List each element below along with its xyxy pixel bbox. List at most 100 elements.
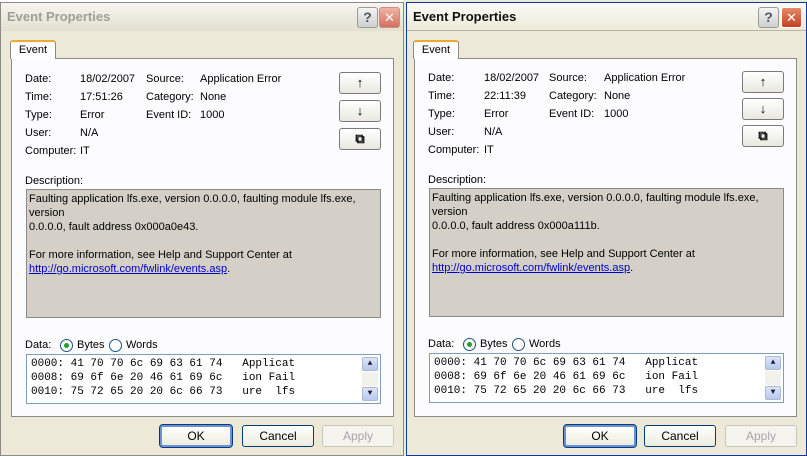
user-value: N/A (80, 127, 99, 139)
date-value: 18/02/2007 (80, 73, 136, 85)
category-value: None (200, 91, 227, 103)
hex-row: 0000: 41 70 70 6c 69 63 61 74 Applicat (31, 358, 296, 370)
user-label: User: (25, 127, 52, 139)
hex-row: 0008: 69 6f 6e 20 46 61 69 6c ion Fail (31, 372, 296, 384)
category-label: Category: (549, 90, 597, 102)
bytes-label: Bytes (77, 339, 105, 351)
bytes-label: Bytes (480, 338, 508, 350)
source-label: Source: (146, 73, 184, 85)
category-value: None (604, 90, 631, 102)
cancel-button[interactable]: Cancel (242, 425, 314, 447)
words-label: Words (126, 339, 158, 351)
date-label: Date: (428, 72, 455, 84)
apply-button[interactable]: Apply (322, 425, 394, 447)
date-label: Date: (25, 73, 52, 85)
event-properties-window-inactive: Event Properties ? ✕ Event Date: 18/02/2… (0, 2, 404, 456)
events-link[interactable]: http://go.microsoft.com/fwlink/events.as… (29, 263, 227, 275)
type-value: Error (484, 108, 509, 120)
help-button[interactable]: ? (758, 7, 779, 28)
up-arrow-icon: ↑ (356, 75, 364, 90)
copy-button[interactable]: ⧉ (742, 125, 784, 147)
description-box[interactable]: Faulting application lfs.exe, version 0.… (429, 188, 784, 317)
source-value: Application Error (200, 73, 282, 85)
data-hex-box[interactable]: 0000: 41 70 70 6c 69 63 61 74 Applicat 0… (26, 354, 381, 404)
event-panel: Date: 18/02/2007 Time: 17:51:26 Type: Er… (11, 58, 394, 417)
copy-button[interactable]: ⧉ (339, 128, 381, 150)
data-hex-box[interactable]: 0000: 41 70 70 6c 69 63 61 74 Applicat 0… (429, 353, 784, 403)
description-text-line: 0.0.0.0, fault address 0x000a0e43. (29, 221, 199, 233)
previous-event-button[interactable]: ↑ (339, 72, 381, 94)
scroll-thumb[interactable] (362, 372, 378, 386)
cancel-button[interactable]: Cancel (644, 425, 716, 447)
copy-icon: ⧉ (355, 131, 365, 146)
next-event-button[interactable]: ↓ (339, 100, 381, 122)
computer-value: IT (484, 144, 494, 156)
tab-event[interactable]: Event (413, 40, 459, 59)
description-text-line: 0.0.0.0, fault address 0x000a111b. (432, 220, 600, 232)
time-label: Time: (428, 90, 456, 102)
previous-event-button[interactable]: ↑ (742, 71, 784, 93)
scroll-down-icon[interactable]: ▼ (362, 387, 378, 401)
source-label: Source: (549, 72, 587, 84)
description-box[interactable]: Faulting application lfs.exe, version 0.… (26, 189, 381, 318)
hex-row: 0010: 75 72 65 20 20 6c 66 73 ure lfs (434, 385, 699, 397)
event-panel: Date: 18/02/2007 Time: 22:11:39 Type: Er… (414, 58, 797, 417)
copy-icon: ⧉ (758, 128, 768, 143)
description-label: Description: (25, 175, 84, 187)
type-value: Error (80, 109, 105, 121)
events-link[interactable]: http://go.microsoft.com/fwlink/events.as… (432, 262, 630, 274)
words-radio[interactable] (109, 339, 122, 352)
event-properties-window-active: Event Properties ? ✕ Event Date: 18/02/2… (406, 2, 807, 456)
link-tail: . (630, 262, 634, 274)
scroll-up-icon[interactable]: ▲ (362, 357, 378, 371)
ok-button[interactable]: OK (159, 424, 233, 448)
computer-label: Computer: (428, 144, 480, 156)
title-bar[interactable]: Event Properties ? ✕ (1, 3, 403, 31)
scroll-thumb[interactable] (765, 371, 781, 385)
event-id-label: Event ID: (146, 109, 192, 121)
event-id-value: 1000 (604, 108, 629, 120)
scroll-up-icon[interactable]: ▲ (765, 356, 781, 370)
data-scrollbar[interactable]: ▲ ▼ (362, 357, 378, 401)
time-value: 17:51:26 (80, 91, 123, 103)
description-text-line: Faulting application lfs.exe, version 0.… (432, 192, 759, 218)
computer-label: Computer: (25, 145, 77, 157)
date-value: 18/02/2007 (484, 72, 540, 84)
description-text-line: Faulting application lfs.exe, version 0.… (29, 193, 356, 219)
time-label: Time: (25, 91, 53, 103)
words-radio[interactable] (512, 338, 525, 351)
down-arrow-icon: ↓ (759, 101, 767, 116)
next-event-button[interactable]: ↓ (742, 98, 784, 120)
category-label: Category: (146, 91, 194, 103)
user-label: User: (428, 126, 455, 138)
data-scrollbar[interactable]: ▲ ▼ (765, 356, 781, 400)
tab-event[interactable]: Event (10, 40, 56, 59)
close-button[interactable]: ✕ (781, 7, 802, 28)
event-id-label: Event ID: (549, 108, 595, 120)
data-label: Data: (428, 338, 455, 350)
bytes-radio[interactable] (463, 338, 476, 351)
ok-button[interactable]: OK (563, 424, 637, 448)
hex-row: 0010: 75 72 65 20 20 6c 66 73 ure lfs (31, 386, 296, 398)
bytes-radio[interactable] (60, 339, 73, 352)
link-tail: . (227, 263, 231, 275)
close-button[interactable]: ✕ (379, 7, 400, 28)
hex-row: 0000: 41 70 70 6c 69 63 61 74 Applicat (434, 357, 699, 369)
type-label: Type: (25, 109, 52, 121)
data-label: Data: (25, 339, 52, 351)
source-value: Application Error (604, 72, 686, 84)
time-value: 22:11:39 (484, 90, 527, 102)
event-id-value: 1000 (200, 109, 225, 121)
up-arrow-icon: ↑ (759, 74, 767, 89)
down-arrow-icon: ↓ (356, 103, 364, 118)
description-label: Description: (428, 174, 487, 186)
scroll-down-icon[interactable]: ▼ (765, 386, 781, 400)
help-button[interactable]: ? (357, 7, 378, 28)
type-label: Type: (428, 108, 455, 120)
user-value: N/A (484, 126, 503, 138)
window-title: Event Properties (7, 9, 111, 24)
apply-button[interactable]: Apply (725, 425, 797, 447)
description-text-line: For more information, see Help and Suppo… (29, 249, 292, 261)
hex-row: 0008: 69 6f 6e 20 46 61 69 6c ion Fail (434, 371, 699, 383)
title-bar[interactable]: Event Properties ? ✕ (407, 3, 806, 31)
